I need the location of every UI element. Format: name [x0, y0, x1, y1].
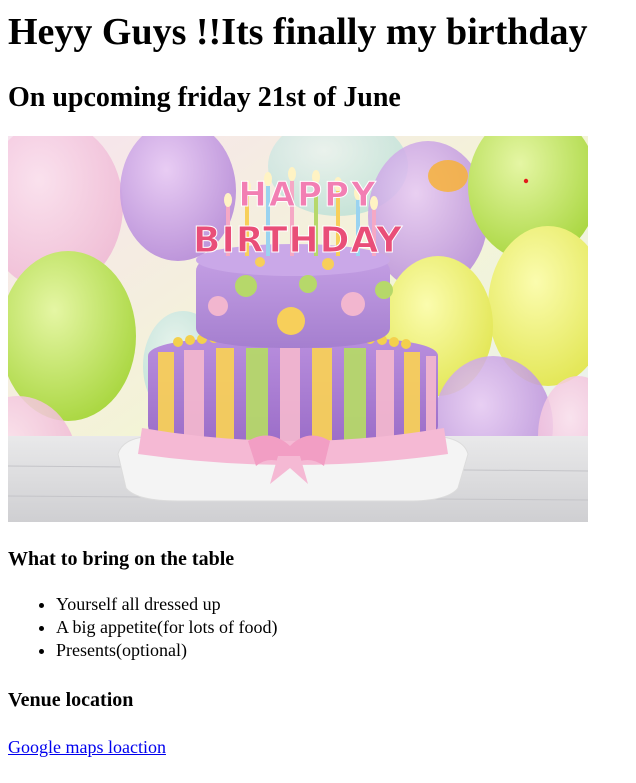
page-title: Heyy Guys !!Its finally my birthday	[8, 11, 588, 53]
google-maps-link[interactable]: Google maps loaction	[8, 736, 166, 758]
page-content: Heyy Guys !!Its finally my birthday On u…	[0, 8, 636, 758]
cake-topper-happy: HAPPY	[238, 175, 377, 215]
bring-heading: What to bring on the table	[8, 548, 235, 570]
cake-topper-birthday: BIRTHDAY	[193, 220, 403, 261]
bring-list: Yourself all dressed up A big appetite(f…	[8, 593, 628, 662]
event-date-subtitle: On upcoming friday 21st of June	[8, 82, 401, 113]
list-item: Presents(optional)	[56, 639, 628, 662]
birthday-cake-image: HAPPY BIRTHDAY	[8, 136, 588, 522]
list-item: A big appetite(for lots of food)	[56, 616, 628, 639]
venue-heading: Venue location	[8, 689, 134, 711]
list-item: Yourself all dressed up	[56, 593, 628, 616]
